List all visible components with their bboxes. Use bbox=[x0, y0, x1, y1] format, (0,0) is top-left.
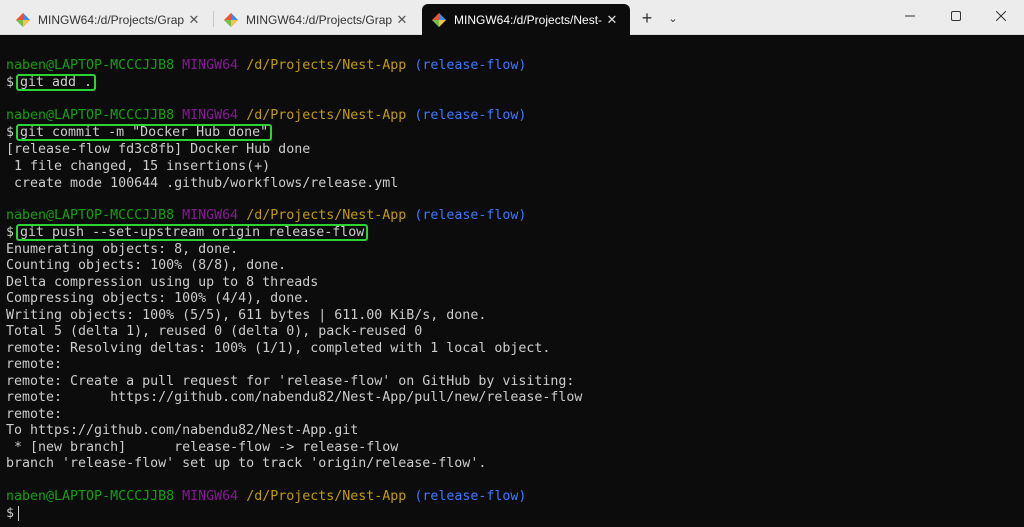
output-line: * [new branch] release-flow -> release-f… bbox=[6, 440, 399, 455]
minimize-button[interactable] bbox=[887, 0, 933, 32]
prompt-system: MINGW64 bbox=[182, 108, 239, 123]
tab-title: MINGW64:/d/Projects/GraphQ bbox=[246, 12, 392, 27]
prompt-branch: (release-flow) bbox=[414, 208, 527, 223]
output-line: branch 'release-flow' set up to track 'o… bbox=[6, 456, 487, 471]
output-line: Total 5 (delta 1), reused 0 (delta 0), p… bbox=[6, 324, 423, 339]
output-line: remote: bbox=[6, 407, 63, 422]
command-git-add: git add . bbox=[16, 74, 97, 91]
prompt-branch: (release-flow) bbox=[414, 108, 527, 123]
git-bash-icon bbox=[16, 12, 30, 27]
new-tab-button[interactable]: + bbox=[636, 8, 658, 30]
prompt-branch: (release-flow) bbox=[414, 58, 527, 73]
close-icon bbox=[996, 11, 1006, 21]
tab-close-button[interactable]: ✕ bbox=[184, 12, 204, 28]
output-line: Compressing objects: 100% (4/4), done. bbox=[6, 291, 311, 306]
git-bash-icon bbox=[224, 12, 238, 27]
tab-close-button[interactable]: ✕ bbox=[602, 12, 622, 28]
terminal-output[interactable]: naben@LAPTOP-MCCCJJB8 MINGW64 /d/Project… bbox=[0, 35, 1024, 527]
prompt-system: MINGW64 bbox=[182, 208, 239, 223]
prompt-user: naben@LAPTOP-MCCCJJB8 bbox=[6, 489, 175, 504]
prompt-line: naben@LAPTOP-MCCCJJB8 MINGW64 /d/Project… bbox=[6, 207, 526, 224]
command-git-push: git push --set-upstream origin release-f… bbox=[16, 224, 369, 241]
tab-3-active[interactable]: MINGW64:/d/Projects/Nest-A ✕ bbox=[422, 4, 630, 35]
maximize-button[interactable] bbox=[933, 0, 979, 32]
output-line: remote: Create a pull request for 'relea… bbox=[6, 374, 575, 389]
output-line: 1 file changed, 15 insertions(+) bbox=[6, 159, 271, 174]
prompt-user: naben@LAPTOP-MCCCJJB8 bbox=[6, 58, 175, 73]
prompt-path: /d/Projects/Nest-App bbox=[246, 108, 407, 123]
prompt-path: /d/Projects/Nest-App bbox=[246, 208, 407, 223]
tab-title: MINGW64:/d/Projects/Nest-A bbox=[454, 12, 602, 27]
prompt-branch: (release-flow) bbox=[414, 489, 527, 504]
output-line: create mode 100644 .github/workflows/rel… bbox=[6, 176, 399, 191]
title-bar: MINGW64:/d/Projects/GraphQ ✕ MINGW64:/d/… bbox=[0, 0, 1024, 35]
text-cursor bbox=[18, 505, 20, 521]
prompt-symbol: $ bbox=[6, 75, 15, 90]
output-line: remote: Resolving deltas: 100% (1/1), co… bbox=[6, 341, 551, 356]
tab-dropdown-button[interactable]: ⌄ bbox=[662, 8, 684, 30]
prompt-symbol: $ bbox=[6, 125, 15, 140]
output-line: remote: https://github.com/nabendu82/Nes… bbox=[6, 390, 583, 405]
close-window-button[interactable] bbox=[978, 0, 1024, 32]
tab-close-button[interactable]: ✕ bbox=[392, 12, 412, 28]
output-line: To https://github.com/nabendu82/Nest-App… bbox=[6, 423, 359, 438]
prompt-line: naben@LAPTOP-MCCCJJB8 MINGW64 /d/Project… bbox=[6, 57, 526, 74]
tab-1[interactable]: MINGW64:/d/Projects/GraphQ ✕ bbox=[6, 4, 212, 35]
prompt-system: MINGW64 bbox=[182, 489, 239, 504]
minimize-icon bbox=[905, 15, 915, 17]
prompt-path: /d/Projects/Nest-App bbox=[246, 58, 407, 73]
prompt-user: naben@LAPTOP-MCCCJJB8 bbox=[6, 208, 175, 223]
command-git-commit: git commit -m "Docker Hub done" bbox=[16, 124, 273, 141]
output-line: Counting objects: 100% (8/8), done. bbox=[6, 258, 287, 273]
git-bash-icon bbox=[432, 12, 446, 27]
prompt-user: naben@LAPTOP-MCCCJJB8 bbox=[6, 108, 175, 123]
output-line: remote: bbox=[6, 357, 63, 372]
command-line: $ git push --set-upstream origin release-… bbox=[6, 224, 369, 241]
prompt-system: MINGW64 bbox=[182, 58, 239, 73]
prompt-symbol: $ bbox=[6, 506, 15, 521]
command-line: $ bbox=[6, 505, 20, 522]
prompt-line: naben@LAPTOP-MCCCJJB8 MINGW64 /d/Project… bbox=[6, 488, 526, 505]
output-line: Enumerating objects: 8, done. bbox=[6, 242, 239, 257]
output-line: Writing objects: 100% (5/5), 611 bytes |… bbox=[6, 308, 487, 323]
tab-2[interactable]: MINGW64:/d/Projects/GraphQ ✕ bbox=[214, 4, 420, 35]
output-line: [release-flow fd3c8fb] Docker Hub done bbox=[6, 142, 311, 157]
command-line: $ git add . bbox=[6, 74, 97, 91]
tab-title: MINGW64:/d/Projects/GraphQ bbox=[38, 12, 184, 27]
command-line: $ git commit -m "Docker Hub done" bbox=[6, 124, 273, 141]
maximize-icon bbox=[951, 11, 961, 21]
prompt-line: naben@LAPTOP-MCCCJJB8 MINGW64 /d/Project… bbox=[6, 107, 526, 124]
output-line: Delta compression using up to 8 threads bbox=[6, 275, 319, 290]
prompt-path: /d/Projects/Nest-App bbox=[246, 489, 407, 504]
prompt-symbol: $ bbox=[6, 225, 15, 240]
